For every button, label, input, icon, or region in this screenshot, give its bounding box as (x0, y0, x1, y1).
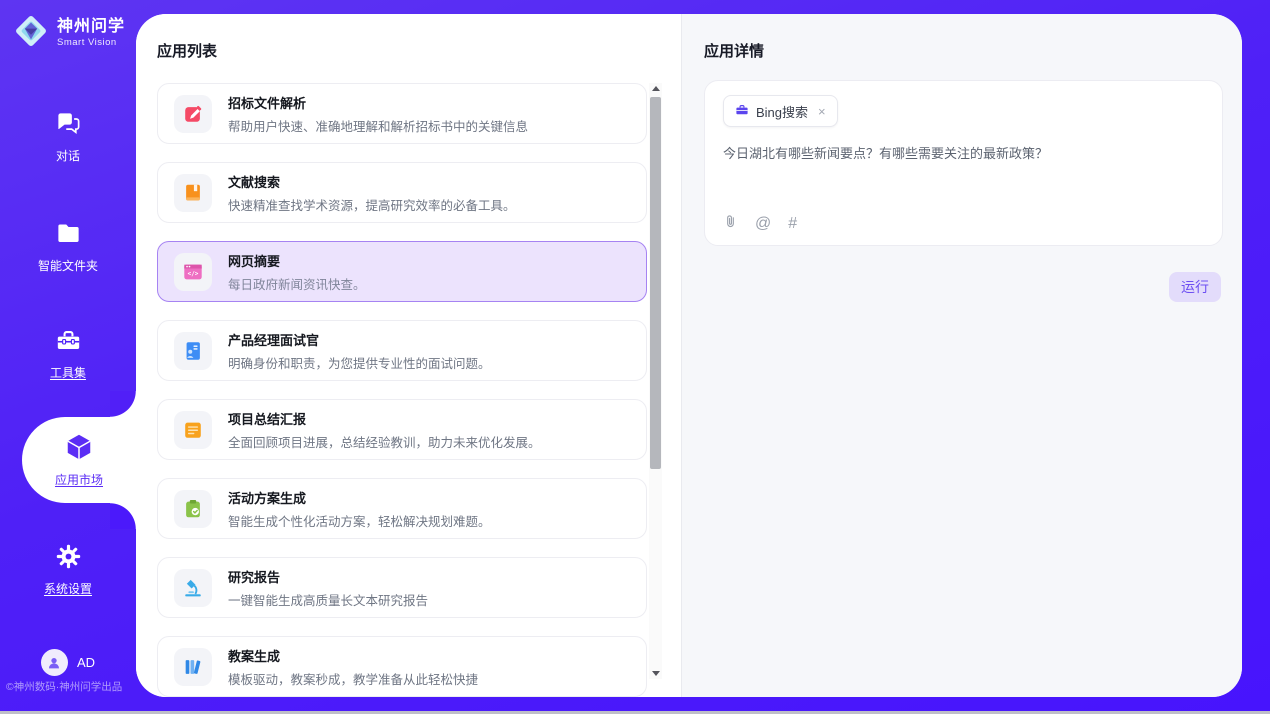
list-scrollbar[interactable] (649, 83, 662, 679)
books-icon (174, 648, 212, 686)
query-composer[interactable]: Bing搜索 × 今日湖北有哪些新闻要点？有哪些需要关注的最新政策？ @ # (704, 80, 1223, 246)
app-card-title: 教案生成 (228, 646, 478, 665)
app-card-title: 研究报告 (228, 567, 428, 586)
sidebar-item-smart-folder[interactable]: 智能文件夹 (0, 220, 136, 274)
cube-icon (64, 432, 94, 465)
close-icon[interactable]: × (818, 104, 826, 119)
folder-icon (55, 220, 82, 250)
sidebar-item-toolset[interactable]: 工具集 (0, 327, 136, 381)
app-detail-title: 应用详情 (704, 40, 764, 61)
avatar (41, 649, 68, 676)
briefcase-icon (735, 103, 749, 120)
calendar-note-icon (174, 411, 212, 449)
query-text[interactable]: 今日湖北有哪些新闻要点？有哪些需要关注的最新政策？ (723, 144, 1204, 164)
app-card-desc: 一键智能生成高质量长文本研究报告 (228, 590, 428, 609)
app-card-selected[interactable]: </> 网页摘要 每日政府新闻资讯快查。 (157, 241, 647, 302)
user-name: AD (77, 655, 95, 670)
app-card-desc: 全面回顾项目进展，总结经验教训，助力未来优化发展。 (228, 432, 541, 451)
app-card[interactable]: 产品经理面试官 明确身份和职责，为您提供专业性的面试问题。 (157, 320, 647, 381)
clipboard-check-icon (174, 490, 212, 528)
svg-text:</>: </> (188, 270, 199, 277)
app-card[interactable]: 招标文件解析 帮助用户快速、准确地理解和解析招标书中的关键信息 (157, 83, 647, 144)
microscope-icon (174, 569, 212, 607)
app-list-panel: 应用列表 招标文件解析 帮助用户快速、准确地理解和解析招标书中的关键信息 (136, 14, 681, 697)
copyright-text: ©神州数码·神州问学出品 (6, 679, 136, 694)
app-card[interactable]: 项目总结汇报 全面回顾项目进展，总结经验教训，助力未来优化发展。 (157, 399, 647, 460)
tool-tag-label: Bing搜索 (756, 102, 808, 121)
app-list-title: 应用列表 (157, 40, 217, 61)
scrollbar-down-arrow-icon[interactable] (649, 668, 662, 679)
sidebar-item-label: 工具集 (50, 364, 86, 381)
app-card-desc: 模板驱动，教案秒成，教学准备从此轻松快捷 (228, 669, 478, 688)
scrollbar-thumb[interactable] (650, 97, 661, 469)
brand-diamond-icon (12, 12, 50, 55)
app-card-title: 项目总结汇报 (228, 409, 541, 428)
sidebar: 神州问学 Smart Vision 对话 智能文件夹 (0, 0, 136, 711)
sidebar-item-chat[interactable]: 对话 (0, 110, 136, 164)
person-doc-icon (174, 332, 212, 370)
app-card-title: 网页摘要 (228, 251, 366, 270)
sidebar-item-label: 智能文件夹 (38, 257, 98, 274)
toolbox-icon (55, 327, 82, 357)
app-card-desc: 快速精准查找学术资源，提高研究效率的必备工具。 (228, 195, 516, 214)
sidebar-item-label: 对话 (56, 147, 80, 164)
brand-subtitle: Smart Vision (57, 38, 125, 48)
app-card[interactable]: 研究报告 一键智能生成高质量长文本研究报告 (157, 557, 647, 618)
browser-code-icon: </> (174, 253, 212, 291)
brand-logo: 神州问学 Smart Vision (12, 12, 125, 55)
scrollbar-up-arrow-icon[interactable] (649, 83, 662, 94)
paperclip-icon[interactable] (723, 213, 738, 234)
chat-icon (55, 110, 82, 140)
user-account[interactable]: AD (0, 649, 136, 676)
sidebar-item-label: 应用市场 (55, 471, 103, 488)
app-card-desc: 每日政府新闻资讯快查。 (228, 274, 366, 293)
sidebar-item-label: 系统设置 (44, 580, 92, 597)
app-card-desc: 智能生成个性化活动方案，轻松解决规划难题。 (228, 511, 491, 530)
at-mention-icon[interactable]: @ (755, 216, 771, 232)
sidebar-item-settings[interactable]: 系统设置 (0, 543, 136, 597)
app-card-title: 活动方案生成 (228, 488, 491, 507)
run-button[interactable]: 运行 (1169, 272, 1221, 302)
app-card[interactable]: 文献搜索 快速精准查找学术资源，提高研究效率的必备工具。 (157, 162, 647, 223)
gear-icon (55, 543, 82, 573)
brand-title: 神州问学 (57, 19, 125, 36)
sidebar-item-app-market[interactable]: 应用市场 (22, 417, 136, 503)
app-card[interactable]: 教案生成 模板驱动，教案秒成，教学准备从此轻松快捷 (157, 636, 647, 697)
app-card[interactable]: 活动方案生成 智能生成个性化活动方案，轻松解决规划难题。 (157, 478, 647, 539)
app-card-desc: 帮助用户快速、准确地理解和解析招标书中的关键信息 (228, 116, 528, 135)
app-card-title: 产品经理面试官 (228, 330, 491, 349)
app-card-desc: 明确身份和职责，为您提供专业性的面试问题。 (228, 353, 491, 372)
app-window: 神州问学 Smart Vision 对话 智能文件夹 (0, 0, 1270, 714)
tool-tag-bing-search[interactable]: Bing搜索 × (723, 95, 838, 127)
app-card-list: 招标文件解析 帮助用户快速、准确地理解和解析招标书中的关键信息 文献搜索 (157, 83, 647, 697)
edit-square-icon (174, 95, 212, 133)
content-area: 应用列表 招标文件解析 帮助用户快速、准确地理解和解析招标书中的关键信息 (136, 14, 1242, 697)
composer-toolbar: @ # (723, 213, 797, 234)
hash-icon[interactable]: # (788, 216, 797, 232)
book-icon (174, 174, 212, 212)
app-card-title: 文献搜索 (228, 172, 516, 191)
app-card-title: 招标文件解析 (228, 93, 528, 112)
app-detail-panel: 应用详情 Bing搜索 × 今日湖北有哪些新闻要点？有哪些需要关注的最新政策？ (681, 14, 1242, 697)
